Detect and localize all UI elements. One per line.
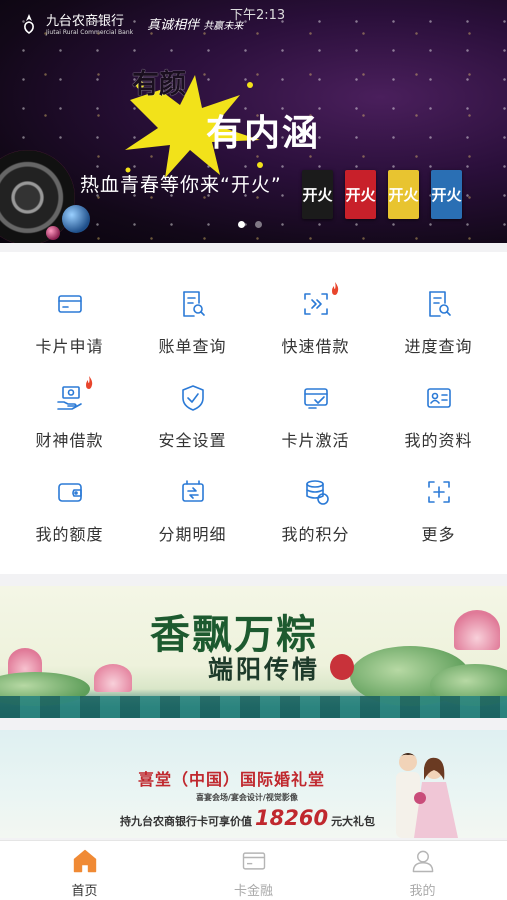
promo-subtitle: 端阳传情 bbox=[208, 655, 321, 684]
tab-label: 首页 bbox=[71, 884, 98, 899]
hero-headline-1: 有颜 bbox=[132, 69, 186, 100]
credit-card-image: 开火 bbox=[302, 170, 333, 219]
wave-decoration bbox=[0, 696, 507, 718]
wallet-icon bbox=[57, 483, 82, 502]
hero-tagline: 热血青春等你来“开火” bbox=[80, 174, 282, 196]
offer-suffix: 元大礼包 bbox=[331, 815, 376, 828]
menu-item[interactable]: 卡片激活 bbox=[254, 382, 377, 476]
quick-loan-icon bbox=[303, 293, 328, 315]
red-seal-stamp bbox=[330, 654, 354, 680]
tab-card-finance[interactable]: 卡金融 bbox=[169, 841, 338, 900]
function-grid: 卡片申请 账单查询 快速借款 进度查询财神借款 安全设置 卡片激活 我的资料我的额度 分期明细… bbox=[8, 282, 500, 570]
hot-flame-icon bbox=[332, 282, 339, 295]
slogan-sub: 共赢未来 bbox=[203, 21, 244, 32]
wedding-promo-offer: 持九台农商银行卡可享价值 18260 元大礼包 bbox=[120, 806, 375, 830]
menu-item[interactable]: 账单查询 bbox=[131, 288, 254, 382]
tab-label: 我的 bbox=[409, 884, 436, 899]
wedding-promo-title: 喜堂（中国）国际婚礼堂 bbox=[138, 770, 326, 789]
menu-item-label: 更多 bbox=[421, 525, 456, 544]
hero-headline-2: 有内涵 bbox=[206, 113, 321, 154]
tab-home[interactable]: 首页 bbox=[0, 841, 169, 900]
bank-slogan: 真诚相伴 共赢未来 bbox=[147, 14, 243, 33]
menu-item-label: 账单查询 bbox=[158, 337, 227, 356]
function-menu: 卡片申请 账单查询 快速借款 进度查询财神借款 安全设置 卡片激活 我的资料我的额度 分期明细… bbox=[0, 252, 507, 574]
slogan-main: 真诚相伴 bbox=[147, 18, 200, 33]
carousel-dot[interactable] bbox=[238, 221, 245, 228]
bank-name-en: Jiutai Rural Commercial Bank bbox=[46, 29, 134, 36]
menu-item-label: 分期明细 bbox=[158, 525, 227, 544]
card-icon bbox=[57, 295, 82, 313]
more-plus-icon bbox=[427, 481, 450, 503]
menu-item[interactable]: 财神借款 bbox=[8, 376, 131, 476]
menu-item-label: 进度查询 bbox=[404, 337, 473, 356]
hot-flame-icon bbox=[86, 376, 93, 389]
offer-value: 18260 bbox=[255, 806, 329, 830]
user-icon bbox=[412, 850, 433, 873]
carousel-dots[interactable] bbox=[238, 221, 262, 228]
bill-search-icon bbox=[182, 291, 205, 317]
carousel-dot[interactable] bbox=[255, 221, 262, 228]
wedding-promo-subtitle: 喜宴会场/宴会设计/视觉影像 bbox=[196, 793, 298, 802]
menu-item[interactable]: 更多 bbox=[377, 476, 500, 570]
hero-banner[interactable]: 下午2:13 九台农商银行 Jiutai Rural Commercial Ba… bbox=[0, 0, 507, 243]
progress-search-icon bbox=[428, 291, 451, 317]
bank-logo: 九台农商银行 Jiutai Rural Commercial Bank 真诚相伴… bbox=[20, 10, 243, 37]
menu-item-label: 安全设置 bbox=[158, 431, 227, 450]
credit-card-image: 开火 bbox=[345, 170, 376, 219]
lotus-decoration bbox=[454, 610, 500, 650]
bank-name: 九台农商银行 bbox=[46, 14, 125, 29]
money-hand-icon bbox=[56, 386, 82, 410]
bottom-tab-bar: 首页 卡金融 我的 bbox=[0, 840, 507, 900]
menu-item[interactable]: 进度查询 bbox=[377, 288, 500, 382]
card-activate-icon bbox=[303, 388, 328, 409]
card-finance-icon bbox=[242, 852, 265, 870]
lotus-decoration bbox=[94, 664, 132, 692]
profile-card-icon bbox=[426, 388, 451, 408]
card-lineup: 开火 开火 开火 开火 bbox=[302, 170, 462, 219]
menu-item-label: 我的资料 bbox=[404, 431, 473, 450]
menu-item[interactable]: 我的资料 bbox=[377, 382, 500, 476]
wedding-promo-banner[interactable]: 喜堂（中国）国际婚礼堂 喜宴会场/宴会设计/视觉影像 持九台农商银行卡可享价值 … bbox=[0, 730, 507, 838]
tab-user[interactable]: 我的 bbox=[338, 841, 507, 900]
credit-card-image: 开火 bbox=[388, 170, 419, 219]
menu-item-label: 我的额度 bbox=[35, 525, 104, 544]
menu-item[interactable]: 分期明细 bbox=[131, 476, 254, 570]
home-icon bbox=[73, 849, 96, 873]
menu-item[interactable]: 我的积分 bbox=[254, 476, 377, 570]
bank-logo-icon bbox=[24, 13, 34, 34]
shield-check-icon bbox=[181, 385, 204, 411]
menu-item[interactable]: 卡片申请 bbox=[8, 288, 131, 382]
menu-item-label: 财神借款 bbox=[35, 431, 104, 450]
credit-card-image: 开火 bbox=[431, 170, 462, 219]
offer-prefix: 持九台农商银行卡可享价值 bbox=[120, 815, 252, 828]
menu-item-label: 我的积分 bbox=[281, 525, 350, 544]
coins-icon bbox=[305, 480, 329, 505]
tab-label: 卡金融 bbox=[233, 884, 273, 899]
installment-icon bbox=[181, 480, 204, 502]
orb-decoration bbox=[46, 226, 60, 240]
menu-item-label: 卡片激活 bbox=[281, 431, 350, 450]
orb-decoration bbox=[62, 205, 90, 233]
menu-item-label: 快速借款 bbox=[281, 337, 350, 356]
menu-item-label: 卡片申请 bbox=[35, 337, 104, 356]
couple-illustration bbox=[396, 753, 458, 838]
dragon-boat-promo-banner[interactable]: 香飘万粽 端阳传情 bbox=[0, 586, 507, 718]
menu-item[interactable]: 我的额度 bbox=[8, 476, 131, 570]
menu-item[interactable]: 安全设置 bbox=[131, 382, 254, 476]
menu-item[interactable]: 快速借款 bbox=[254, 282, 377, 382]
